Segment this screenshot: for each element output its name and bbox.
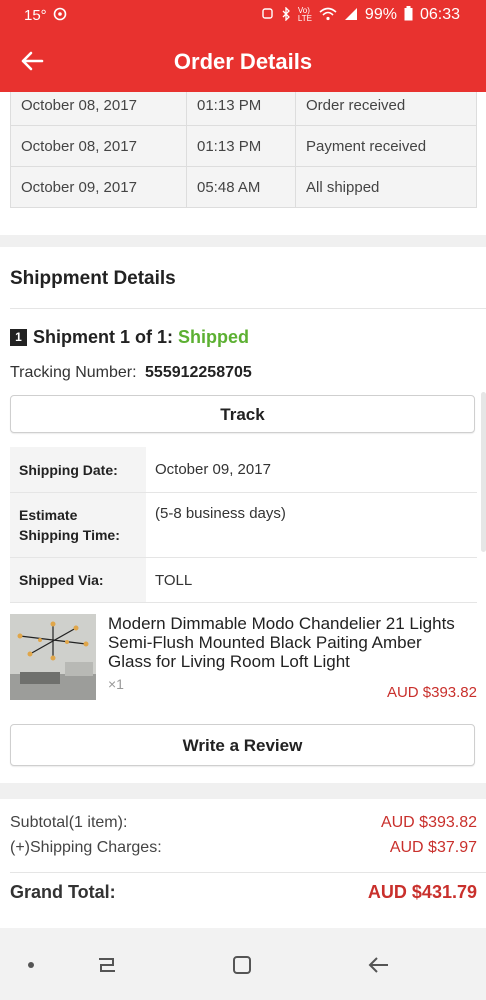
status-bar: 15° Vo) LTE 99% 06:33: [0, 0, 486, 32]
signal-icon: [344, 7, 358, 24]
recent-apps-icon[interactable]: [92, 950, 122, 980]
bluetooth-icon: [281, 5, 291, 24]
wifi-icon: [319, 7, 337, 24]
history-status: All shipped: [295, 166, 477, 208]
detail-value: TOLL: [155, 571, 193, 589]
shipping-details-table: Shipping Date: October 09, 2017 Estimate…: [10, 447, 477, 603]
system-navigation-bar: [0, 928, 486, 1000]
dot-icon[interactable]: [16, 950, 46, 980]
back-icon[interactable]: [364, 950, 394, 980]
section-divider: [0, 783, 486, 799]
alarm-icon: [261, 7, 274, 23]
order-details-content[interactable]: October 08, 2017 01:13 PM Order received…: [0, 92, 486, 928]
history-time: 01:13 PM: [186, 92, 296, 126]
temperature: 15°: [24, 7, 47, 24]
tracking-number: 555912258705: [145, 364, 252, 381]
product-price: AUD $393.82: [386, 684, 477, 701]
shipment-status: Shipped: [178, 327, 250, 347]
section-divider: [0, 235, 486, 247]
write-review-button[interactable]: Write a Review: [10, 724, 475, 766]
volte-icon: Vo) LTE: [297, 6, 312, 23]
track-button[interactable]: Track: [10, 395, 475, 433]
table-row: Shipped Via: TOLL: [10, 558, 477, 603]
detail-value: October 09, 2017: [155, 461, 271, 478]
subtotal-value: AUD $393.82: [380, 814, 477, 831]
subtotal-row: Subtotal(1 item): AUD $393.82: [10, 814, 477, 832]
product-quantity: ×1: [108, 676, 124, 692]
product-item[interactable]: Modern Dimmable Modo Chandelier 21 Light…: [10, 614, 477, 704]
history-status: Payment received: [295, 125, 477, 167]
product-image[interactable]: [10, 614, 96, 700]
history-date: October 08, 2017: [10, 92, 187, 126]
product-name[interactable]: Modern Dimmable Modo Chandelier 21 Light…: [108, 614, 468, 671]
grand-total-row: Grand Total: AUD $431.79: [10, 882, 477, 903]
tracking-info: Tracking Number: 555912258705: [10, 364, 252, 382]
grand-total-label: Grand Total:: [10, 882, 116, 902]
shipping-charges-value: AUD $37.97: [389, 839, 477, 856]
history-date: October 08, 2017: [10, 125, 187, 167]
battery-icon: [404, 6, 413, 24]
shipment-label: Shipment 1 of 1:: [33, 327, 174, 347]
battery-level: 99%: [364, 6, 397, 23]
detail-value: (5-8 business days): [155, 505, 286, 522]
table-row: October 09, 2017 05:48 AM All shipped: [10, 166, 477, 208]
table-row: Estimate Shipping Time: (5-8 business da…: [10, 493, 477, 558]
shipment-heading: 1 Shipment 1 of 1: Shipped: [10, 327, 249, 348]
table-row: October 08, 2017 01:13 PM Payment receiv…: [10, 125, 477, 167]
shipment-section-title: Shippment Details: [10, 268, 176, 289]
page-title: Order Details: [173, 49, 313, 74]
app-notification-icon: [53, 7, 67, 24]
tracking-label: Tracking Number:: [10, 364, 137, 381]
history-status: Order received: [295, 92, 477, 126]
app-bar: Order Details: [0, 32, 486, 92]
detail-label: Shipped Via:: [10, 558, 146, 602]
clock: 06:33: [419, 6, 460, 23]
history-date: October 09, 2017: [10, 166, 187, 208]
grand-total-value: AUD $431.79: [367, 882, 477, 902]
shipment-number-badge: 1: [10, 329, 27, 346]
order-history-table: October 08, 2017 01:13 PM Order received…: [10, 92, 477, 208]
divider: [10, 872, 486, 873]
subtotal-label: Subtotal(1 item):: [10, 814, 128, 831]
detail-label: Estimate Shipping Time:: [10, 493, 146, 557]
detail-label: Shipping Date:: [10, 447, 146, 492]
scroll-indicator: [481, 392, 486, 552]
history-time: 05:48 AM: [186, 166, 296, 208]
shipping-charges-row: (+)Shipping Charges: AUD $37.97: [10, 839, 477, 857]
table-row: Shipping Date: October 09, 2017: [10, 447, 477, 493]
divider: [10, 308, 486, 309]
shipping-charges-label: (+)Shipping Charges:: [10, 839, 162, 856]
table-row: October 08, 2017 01:13 PM Order received: [10, 92, 477, 126]
history-time: 01:13 PM: [186, 125, 296, 167]
home-icon[interactable]: [227, 950, 257, 980]
